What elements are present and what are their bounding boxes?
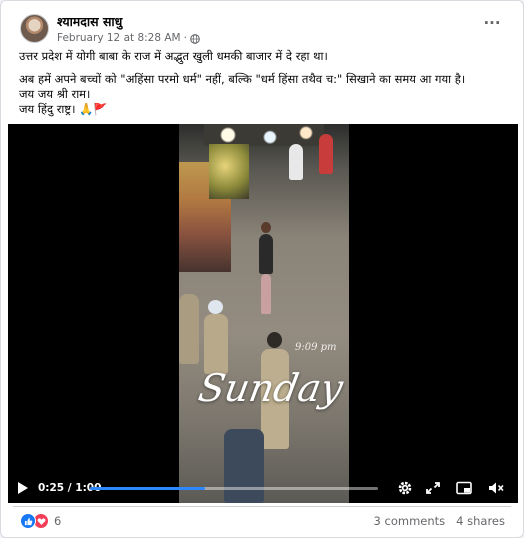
post-text-line-2: अब हमें अपने बच्चों को "अहिंसा परमो धर्म… bbox=[19, 72, 466, 86]
like-icon bbox=[20, 513, 36, 529]
picture-in-picture-icon[interactable] bbox=[455, 480, 473, 496]
engagement-stats: 3 comments 4 shares bbox=[374, 514, 505, 528]
play-icon[interactable] bbox=[18, 482, 28, 494]
video-overlay-day: Sunday bbox=[195, 366, 347, 410]
post-text-line-3: जय जय श्री राम। bbox=[19, 87, 91, 101]
avatar[interactable] bbox=[20, 14, 49, 43]
fullscreen-icon[interactable] bbox=[424, 480, 442, 496]
post-date[interactable]: February 12 at 8:28 AM bbox=[57, 32, 181, 45]
divider bbox=[13, 506, 511, 507]
video-progress-bar[interactable] bbox=[90, 487, 378, 490]
author-name[interactable]: श्यामदास साधु bbox=[57, 14, 122, 30]
comments-count[interactable]: 3 comments bbox=[374, 514, 446, 528]
volume-icon[interactable] bbox=[487, 480, 505, 496]
reaction-count: 6 bbox=[54, 514, 62, 528]
post-meta: February 12 at 8:28 AM · bbox=[57, 32, 200, 45]
reactions-summary[interactable]: 6 bbox=[20, 513, 61, 529]
more-options-icon[interactable]: ··· bbox=[482, 16, 502, 34]
post-text-line-1: उत्तर प्रदेश में योगी बाबा के राज में अद… bbox=[19, 49, 328, 63]
video-frame: 9:09 pm Sunday bbox=[179, 124, 349, 503]
settings-icon[interactable] bbox=[396, 480, 414, 496]
post-text-line-4: जय हिंदु राष्ट्र। 🙏🚩 bbox=[19, 102, 108, 116]
post-card: श्यामदास साधु February 12 at 8:28 AM · ·… bbox=[0, 0, 524, 538]
video-player[interactable]: 9:09 pm Sunday 0:25 / 1:00 bbox=[8, 124, 518, 503]
globe-icon bbox=[190, 33, 200, 44]
video-controls: 0:25 / 1:00 bbox=[8, 472, 518, 503]
shares-count[interactable]: 4 shares bbox=[456, 514, 505, 528]
video-overlay-time: 9:09 pm bbox=[295, 342, 337, 353]
video-progress-fill bbox=[90, 487, 206, 490]
